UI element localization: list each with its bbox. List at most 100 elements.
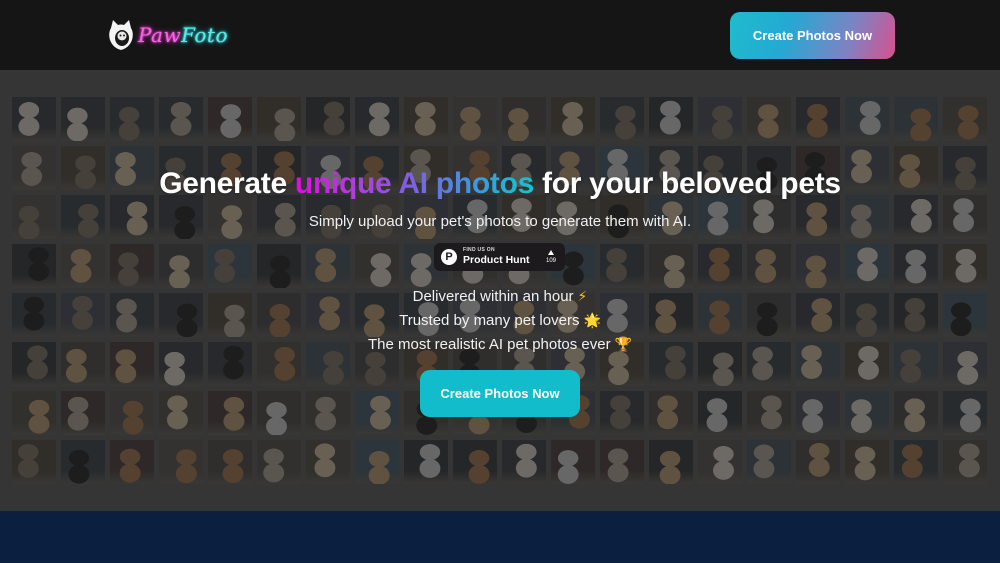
pet-photo-tile	[110, 97, 154, 141]
pet-photo-tile	[208, 440, 252, 484]
upvote-count: 109	[545, 258, 556, 264]
feature-item: Trusted by many pet lovers 🌟	[0, 309, 1000, 333]
headline-start: Generate	[159, 167, 295, 200]
pet-photo-tile	[355, 440, 399, 484]
hero-create-photos-button[interactable]: Create Photos Now	[420, 370, 580, 417]
hero-section: Generate unique AI photos for your belov…	[0, 70, 1000, 511]
site-header: PawFoto Create Photos Now	[0, 0, 1000, 70]
pet-photo-tile	[551, 97, 595, 141]
product-hunt-badge[interactable]: P FIND US ON Product Hunt 109	[434, 243, 565, 271]
pet-photo-tile	[845, 391, 889, 435]
product-hunt-find-us: FIND US ON	[463, 247, 495, 254]
pet-photo-tile	[698, 244, 742, 288]
pet-photo-tile	[649, 391, 693, 435]
pet-photo-tile	[306, 244, 350, 288]
pet-photo-tile	[257, 440, 301, 484]
pet-photo-tile	[12, 440, 56, 484]
feature-text: Delivered within an hour	[412, 288, 574, 305]
cat-logo-icon	[108, 19, 134, 51]
pet-photo-tile	[208, 391, 252, 435]
pet-photo-tile	[894, 97, 938, 141]
product-hunt-label: FIND US ON Product Hunt	[463, 248, 530, 266]
product-hunt-name: Product Hunt	[463, 254, 530, 267]
logo-text-paw: Paw	[138, 23, 182, 47]
pet-photo-tile	[453, 440, 497, 484]
pet-photo-tile	[355, 244, 399, 288]
pet-photo-tile	[600, 244, 644, 288]
pet-photo-tile	[894, 244, 938, 288]
pet-photo-tile	[12, 244, 56, 288]
pet-photo-tile	[551, 440, 595, 484]
headline-end: for your beloved pets	[533, 167, 841, 200]
pet-photo-tile	[404, 97, 448, 141]
pet-photo-tile	[943, 97, 987, 141]
pet-photo-tile	[600, 391, 644, 435]
hero-headline: Generate unique AI photos for your belov…	[0, 167, 1000, 201]
pet-photo-tile	[110, 440, 154, 484]
trophy-icon: 🏆	[614, 337, 633, 353]
pet-photo-tile	[208, 97, 252, 141]
product-hunt-icon: P	[441, 249, 457, 265]
pet-photo-tile	[747, 97, 791, 141]
next-section	[0, 511, 1000, 563]
pet-photo-tile	[845, 244, 889, 288]
pet-photo-tile	[649, 440, 693, 484]
pet-photo-tile	[796, 440, 840, 484]
header-create-photos-button[interactable]: Create Photos Now	[730, 12, 895, 59]
glowing-star-icon: 🌟	[583, 313, 601, 329]
pet-photo-tile	[61, 97, 105, 141]
pet-photo-tile	[306, 97, 350, 141]
pet-photo-tile	[61, 244, 105, 288]
pet-photo-tile	[306, 440, 350, 484]
pet-photo-tile	[698, 97, 742, 141]
pet-photo-tile	[159, 97, 203, 141]
pet-photo-tile	[796, 391, 840, 435]
pet-photo-tile	[12, 391, 56, 435]
pet-photo-tile	[355, 97, 399, 141]
pet-photo-tile	[61, 391, 105, 435]
pet-photo-tile	[12, 97, 56, 141]
pet-photo-tile	[159, 391, 203, 435]
pet-photo-tile	[894, 391, 938, 435]
pet-photo-tile	[159, 244, 203, 288]
feature-item: Delivered within an hour ⚡	[0, 285, 1000, 309]
pet-photo-tile	[306, 391, 350, 435]
pet-photo-tile	[747, 391, 791, 435]
logo[interactable]: PawFoto	[108, 18, 228, 52]
pet-photo-tile	[698, 440, 742, 484]
logo-text: PawFoto	[138, 23, 228, 47]
pet-photo-tile	[600, 97, 644, 141]
pet-photo-tile	[943, 440, 987, 484]
headline-highlight: unique AI photos	[294, 167, 534, 200]
pet-photo-tile	[502, 97, 546, 141]
lightning-icon: ⚡	[577, 289, 588, 305]
pet-photo-tile	[649, 244, 693, 288]
pet-photo-tile	[502, 440, 546, 484]
pet-photo-tile	[208, 244, 252, 288]
pet-photo-tile	[845, 97, 889, 141]
pet-photo-tile	[257, 97, 301, 141]
logo-text-foto: Foto	[181, 23, 229, 47]
feature-item: The most realistic AI pet photos ever 🏆	[0, 333, 1000, 357]
pet-photo-tile	[110, 391, 154, 435]
pet-photo-tile	[649, 97, 693, 141]
pet-photo-tile	[355, 391, 399, 435]
pet-photo-tile	[894, 440, 938, 484]
pet-photo-tile	[257, 244, 301, 288]
pet-photo-tile	[453, 97, 497, 141]
pet-photo-tile	[796, 97, 840, 141]
pet-photo-tile	[747, 440, 791, 484]
pet-photo-tile	[845, 440, 889, 484]
pet-photo-tile	[110, 244, 154, 288]
pet-photo-tile	[257, 391, 301, 435]
pet-photo-tile	[698, 391, 742, 435]
feature-text: Trusted by many pet lovers	[399, 312, 580, 329]
pet-photo-tile	[61, 440, 105, 484]
pet-photo-tile	[600, 440, 644, 484]
pet-photo-tile	[747, 244, 791, 288]
pet-photo-tile	[796, 244, 840, 288]
product-hunt-votes: 109	[546, 250, 556, 264]
hero-subheadline: Simply upload your pet's photos to gener…	[308, 213, 692, 230]
feature-text: The most realistic AI pet photos ever	[367, 336, 611, 353]
pet-photo-tile	[943, 244, 987, 288]
